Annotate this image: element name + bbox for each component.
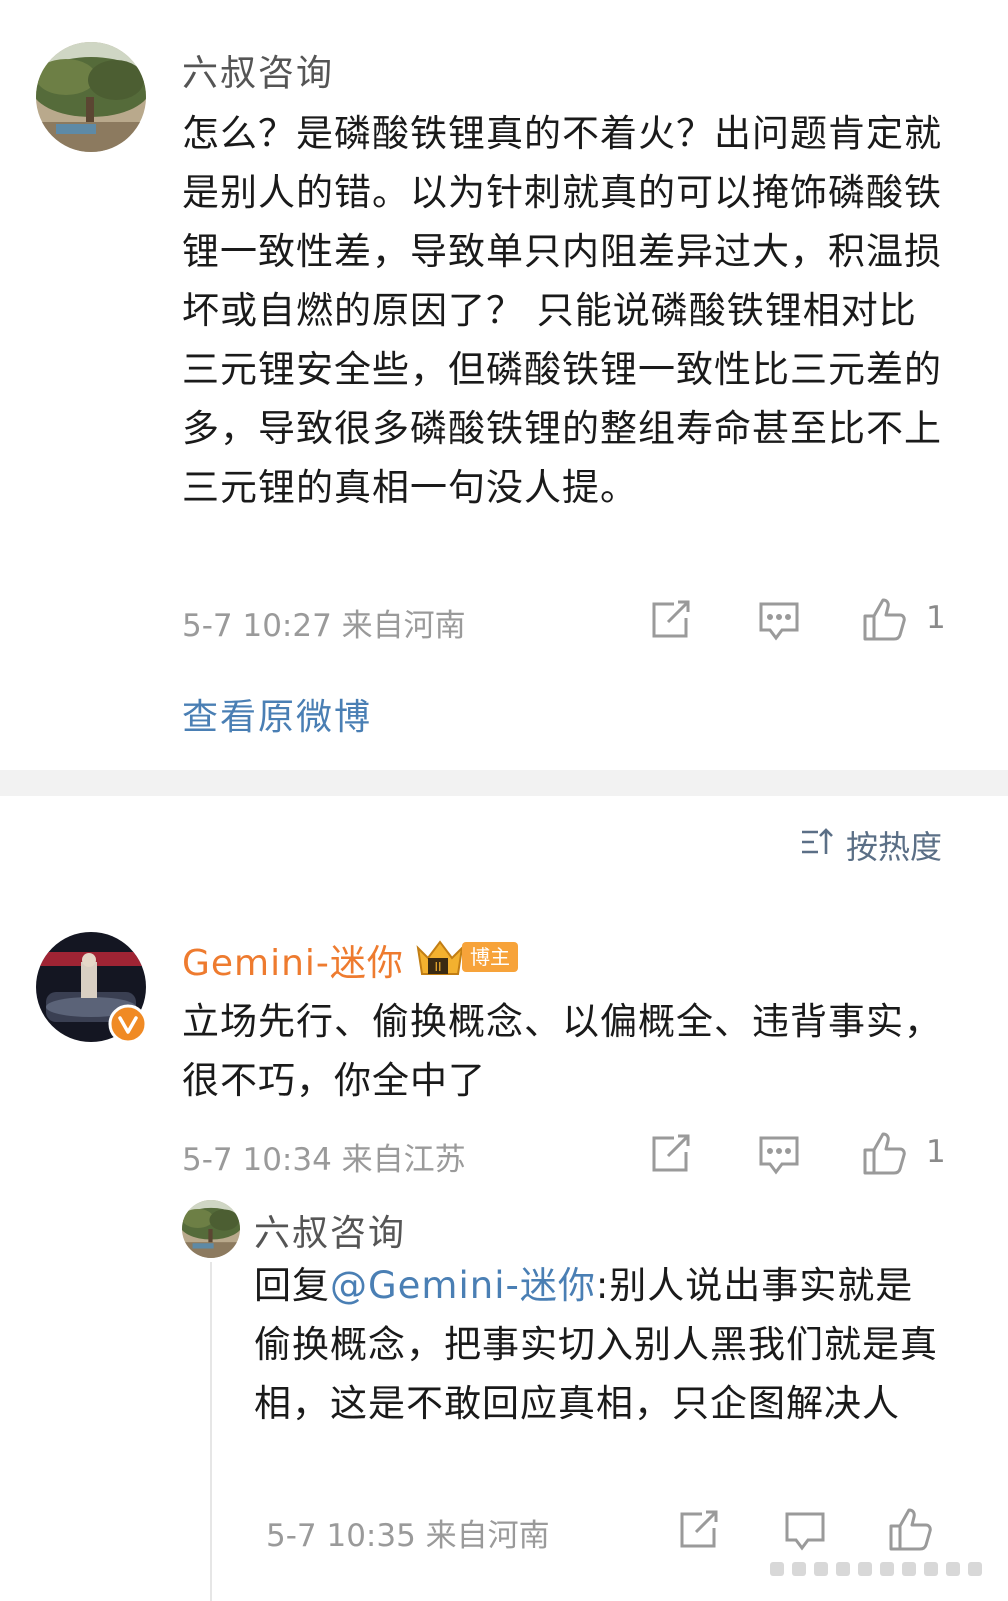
svg-text:II: II xyxy=(434,960,441,974)
section-divider xyxy=(0,770,1008,796)
watermark-dots xyxy=(770,1556,1000,1584)
crown-badge-icon: II xyxy=(414,936,466,978)
comment-like-count: 1 xyxy=(926,1134,946,1170)
share-icon[interactable] xyxy=(650,600,692,640)
comment-author-name[interactable]: Gemini-迷你 xyxy=(182,934,404,986)
comment-icon[interactable] xyxy=(758,1134,800,1176)
share-icon[interactable] xyxy=(650,1134,692,1174)
post-text: 怎么？是磷酸铁锂真的不着火？出问题肯定就是别人的错。以为针刺就真的可以掩饰磷酸铁… xyxy=(182,112,942,509)
sort-icon[interactable] xyxy=(800,826,834,858)
comment-text: 立场先行、偷换概念、以偏概全、违背事实，很不巧，你全中了 xyxy=(182,1000,942,1102)
reply-thread-line xyxy=(210,1262,212,1601)
comment-icon[interactable] xyxy=(784,1510,826,1552)
view-original-link[interactable]: 查看原微博 xyxy=(182,688,372,740)
verified-icon xyxy=(108,1004,148,1044)
blogger-badge: 博主 xyxy=(462,942,518,972)
like-icon[interactable] xyxy=(862,1130,908,1176)
reply-mention-link[interactable]: @Gemini-迷你 xyxy=(330,1264,596,1307)
reply-author-name[interactable]: 六叔咨询 xyxy=(254,1204,406,1256)
reply-text: 回复@Gemini-迷你:别人说出事实就是偷换概念，把事实切入别人黑我们就是真相… xyxy=(254,1256,944,1433)
post-meta: 5-7 10:27 来自河南 xyxy=(182,608,466,644)
reply-prefix: 回复 xyxy=(254,1264,330,1307)
comment-icon[interactable] xyxy=(758,600,800,642)
post-like-count: 1 xyxy=(926,600,946,636)
like-icon[interactable] xyxy=(888,1506,934,1552)
post-author-avatar[interactable] xyxy=(36,42,146,152)
sort-by-hot[interactable]: 按热度 xyxy=(846,822,942,868)
comment-meta: 5-7 10:34 来自江苏 xyxy=(182,1142,466,1178)
reply-meta: 5-7 10:35 来自河南 xyxy=(266,1518,550,1554)
reply-author-avatar[interactable] xyxy=(182,1200,240,1258)
like-icon[interactable] xyxy=(862,596,908,642)
post-author-name[interactable]: 六叔咨询 xyxy=(182,44,334,96)
share-icon[interactable] xyxy=(678,1510,720,1550)
